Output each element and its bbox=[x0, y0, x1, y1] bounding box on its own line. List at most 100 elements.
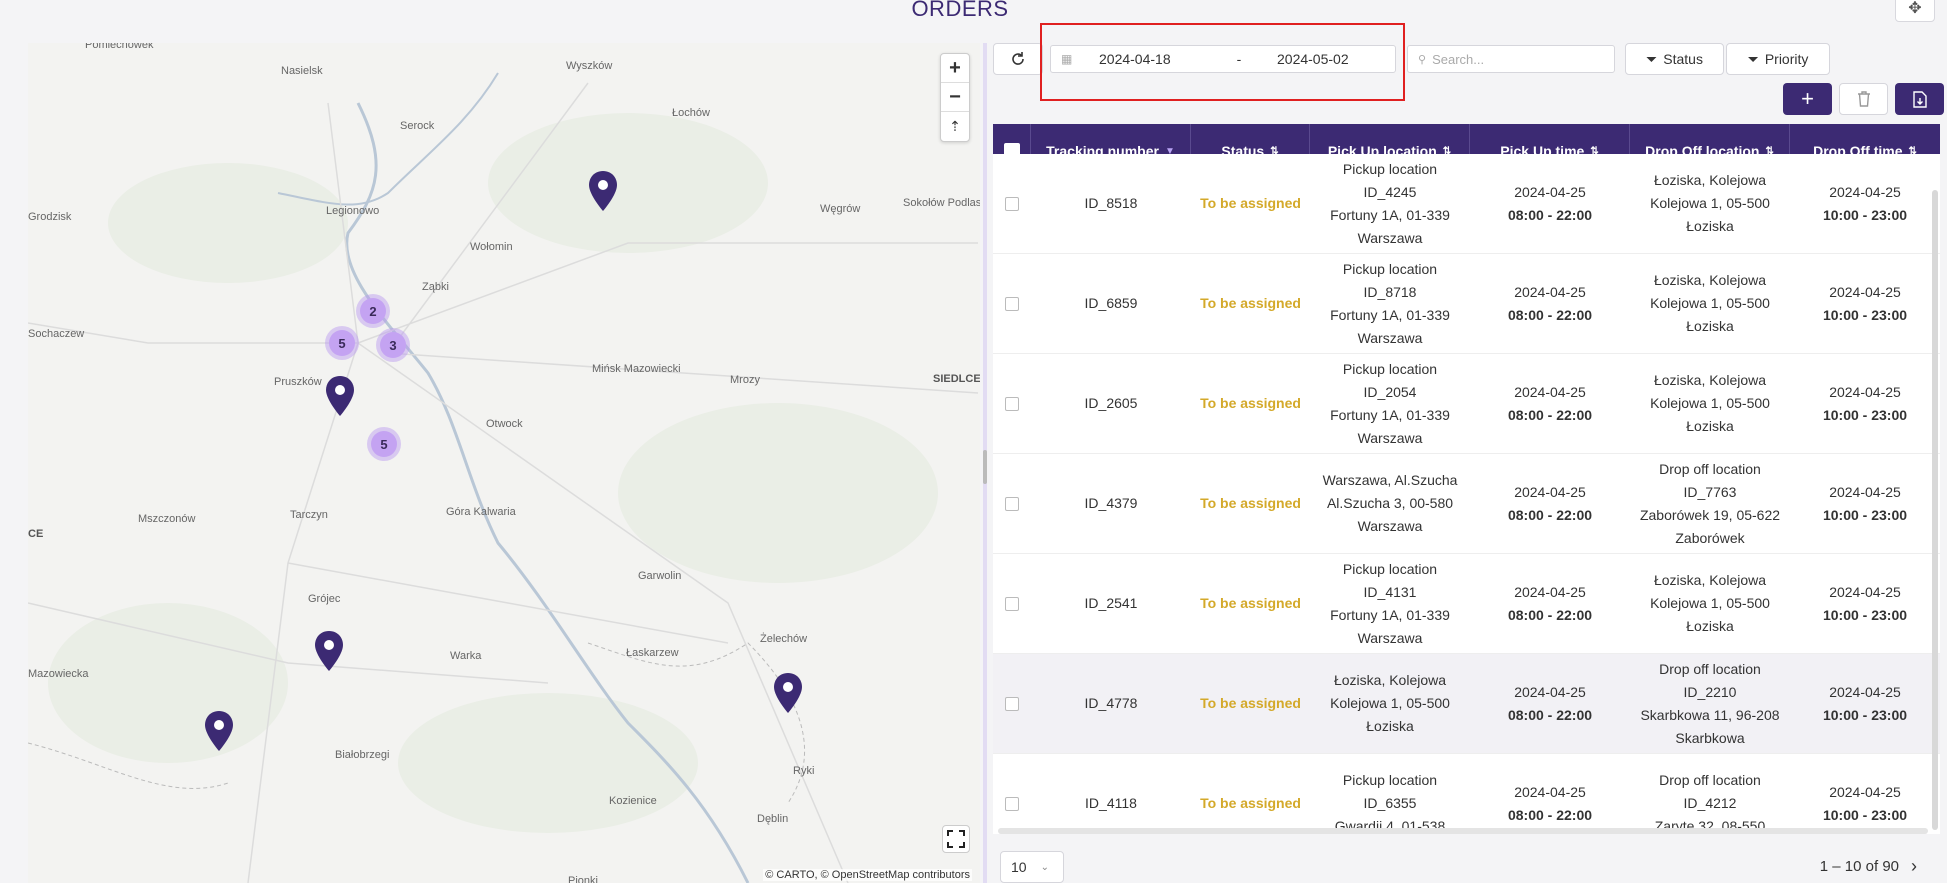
search-input[interactable]: ⚲ Search... bbox=[1407, 45, 1615, 73]
pickup-location-line: Warszawa, Al.Szucha bbox=[1322, 472, 1458, 488]
zoom-out-button[interactable]: − bbox=[941, 83, 969, 112]
tracking-number-cell: ID_2541 bbox=[1031, 554, 1191, 653]
row-select-cell bbox=[993, 254, 1031, 353]
dropoff-location-line: Łoziska, Kolejowa bbox=[1653, 572, 1767, 588]
place-label: Otwock bbox=[486, 418, 523, 430]
pickup-date: 2024-04-25 bbox=[1514, 683, 1586, 700]
chevron-down-icon: ⌄ bbox=[1040, 861, 1049, 873]
priority-filter-button[interactable]: ⏷ Priority bbox=[1726, 43, 1830, 75]
map-pin-icon[interactable] bbox=[773, 673, 803, 715]
marker-cluster[interactable]: 5 bbox=[367, 427, 401, 461]
pickup-date: 2024-04-25 bbox=[1514, 283, 1586, 300]
row-checkbox[interactable] bbox=[1005, 796, 1019, 811]
pickup-location-line: Fortuny 1A, 01-339 bbox=[1330, 206, 1450, 223]
status-cell: To be assigned bbox=[1191, 454, 1310, 553]
marker-cluster[interactable]: 5 bbox=[325, 326, 359, 360]
pickup-time-cell: 2024-04-25 08:00 - 22:00 bbox=[1470, 554, 1630, 653]
zoom-controls: + − ⇡ bbox=[940, 53, 970, 142]
cluster-count: 3 bbox=[380, 332, 406, 358]
dropoff-time-cell: 2024-04-25 10:00 - 23:00 bbox=[1790, 454, 1940, 553]
table-row[interactable]: ID_2541 To be assigned Pickup location ID_4… bbox=[993, 554, 1940, 654]
map-pin-icon[interactable] bbox=[204, 711, 234, 753]
status-badge: To be assigned bbox=[1200, 395, 1301, 411]
row-checkbox[interactable] bbox=[1005, 496, 1019, 511]
horizontal-scrollbar[interactable] bbox=[998, 828, 1928, 834]
table-row[interactable]: ID_4118 To be assigned Pickup location ID_6… bbox=[993, 754, 1940, 834]
row-checkbox[interactable] bbox=[1005, 696, 1019, 711]
add-order-button[interactable]: + bbox=[1783, 83, 1832, 115]
marker-cluster[interactable]: 3 bbox=[376, 328, 410, 362]
splitter-handle[interactable] bbox=[983, 450, 987, 484]
pickup-location-line: Łoziska, Kolejowa bbox=[1333, 672, 1447, 688]
dropoff-time-window: 10:00 - 23:00 bbox=[1822, 506, 1908, 523]
place-label: Mrozy bbox=[730, 374, 760, 386]
status-badge: To be assigned bbox=[1200, 695, 1301, 711]
map-view[interactable]: Pomiechówek Nasielsk Wyszków Łochów Sero… bbox=[28, 43, 980, 883]
dropoff-location-line: Łoziska bbox=[1686, 418, 1734, 434]
zoom-in-button[interactable]: + bbox=[941, 54, 969, 83]
dropoff-location-line: Łoziska bbox=[1686, 618, 1734, 634]
table-row[interactable]: ID_8518 To be assigned Pickup location ID_4… bbox=[993, 154, 1940, 254]
row-checkbox[interactable] bbox=[1005, 296, 1019, 311]
fullscreen-button[interactable] bbox=[942, 825, 970, 853]
refresh-button[interactable] bbox=[993, 43, 1043, 75]
pickup-time-window: 08:00 - 22:00 bbox=[1507, 306, 1593, 323]
cluster-count: 5 bbox=[371, 431, 397, 457]
marker-cluster[interactable]: 2 bbox=[356, 294, 390, 328]
row-checkbox[interactable] bbox=[1005, 396, 1019, 411]
place-label: Grodzisk bbox=[28, 211, 72, 223]
place-label: Pionki bbox=[568, 875, 598, 883]
vertical-scrollbar[interactable] bbox=[1932, 190, 1938, 830]
table-row[interactable]: ID_4778 To be assigned Łoziska, Kolejowa Ko… bbox=[993, 654, 1940, 754]
pickup-location-line: ID_4131 bbox=[1363, 583, 1417, 600]
row-checkbox[interactable] bbox=[1005, 196, 1019, 211]
export-button[interactable] bbox=[1895, 83, 1944, 115]
table-row[interactable]: ID_4379 To be assigned Warszawa, Al.Szucha… bbox=[993, 454, 1940, 554]
table-row[interactable]: ID_2605 To be assigned Pickup location ID_2… bbox=[993, 354, 1940, 454]
pickup-location-line: Pickup location bbox=[1342, 360, 1438, 377]
reset-bearing-button[interactable]: ⇡ bbox=[941, 112, 969, 141]
place-label: CE bbox=[28, 528, 44, 540]
pickup-time-window: 08:00 - 22:00 bbox=[1507, 606, 1593, 623]
filter-icon: ⏷ bbox=[1646, 50, 1658, 67]
status-cell: To be assigned bbox=[1191, 254, 1310, 353]
dropoff-location-line: Kolejowa 1, 05-500 bbox=[1650, 395, 1770, 411]
tracking-number: ID_4778 bbox=[1084, 695, 1138, 711]
trash-icon bbox=[1857, 91, 1870, 107]
pickup-location-line: Fortuny 1A, 01-339 bbox=[1330, 606, 1450, 623]
dropoff-location-cell: Łoziska, Kolejowa Kolejowa 1, 05-500 Łozis… bbox=[1630, 154, 1790, 253]
dropoff-location-line: Drop off location bbox=[1659, 772, 1761, 788]
place-label: Mszczonów bbox=[138, 513, 196, 525]
tracking-number-cell: ID_2605 bbox=[1031, 354, 1191, 453]
table-row[interactable]: ID_6859 To be assigned Pickup location ID_8… bbox=[993, 254, 1940, 354]
dropoff-location-line: ID_7763 bbox=[1683, 483, 1737, 500]
pickup-date: 2024-04-25 bbox=[1514, 383, 1586, 400]
tracking-number: ID_4118 bbox=[1085, 795, 1137, 811]
place-label: Serock bbox=[400, 120, 435, 132]
map-pin-icon[interactable] bbox=[588, 171, 618, 213]
page-size-select[interactable]: 10 ⌄ bbox=[1000, 851, 1064, 883]
pickup-location-cell: Łoziska, Kolejowa Kolejowa 1, 05-500 Łozis… bbox=[1310, 654, 1470, 753]
status-filter-button[interactable]: ⏷ Status bbox=[1625, 43, 1724, 75]
pickup-location-line: Warszawa bbox=[1357, 329, 1423, 346]
row-checkbox[interactable] bbox=[1005, 596, 1019, 611]
map-pin-icon[interactable] bbox=[325, 376, 355, 418]
dropoff-location-cell: Łoziska, Kolejowa Kolejowa 1, 05-500 Łozis… bbox=[1630, 354, 1790, 453]
map-pin-icon[interactable] bbox=[314, 631, 344, 673]
place-label: Nasielsk bbox=[281, 65, 323, 77]
map-attribution[interactable]: © CARTO, © OpenStreetMap contributors bbox=[763, 869, 972, 881]
status-badge: To be assigned bbox=[1200, 595, 1301, 611]
tracking-number-cell: ID_8518 bbox=[1031, 154, 1191, 253]
pickup-location-cell: Warszawa, Al.Szucha Al.Szucha 3, 00-580 Wa… bbox=[1310, 454, 1470, 553]
dropoff-location-line: Skarbkowa bbox=[1675, 729, 1745, 746]
move-panel-button[interactable]: ✥ bbox=[1895, 0, 1935, 22]
place-label: Węgrów bbox=[820, 203, 861, 215]
refresh-icon bbox=[1012, 52, 1024, 65]
dropoff-time-cell: 2024-04-25 10:00 - 23:00 bbox=[1790, 154, 1940, 253]
dropoff-location-cell: Łoziska, Kolejowa Kolejowa 1, 05-500 Łozis… bbox=[1630, 254, 1790, 353]
delete-button[interactable] bbox=[1839, 83, 1888, 115]
pickup-time-window: 08:00 - 22:00 bbox=[1507, 506, 1593, 523]
dropoff-location-line: Drop off location bbox=[1659, 460, 1761, 477]
next-page-button[interactable]: › bbox=[1911, 856, 1917, 877]
pickup-location-line: Warszawa bbox=[1357, 518, 1423, 534]
